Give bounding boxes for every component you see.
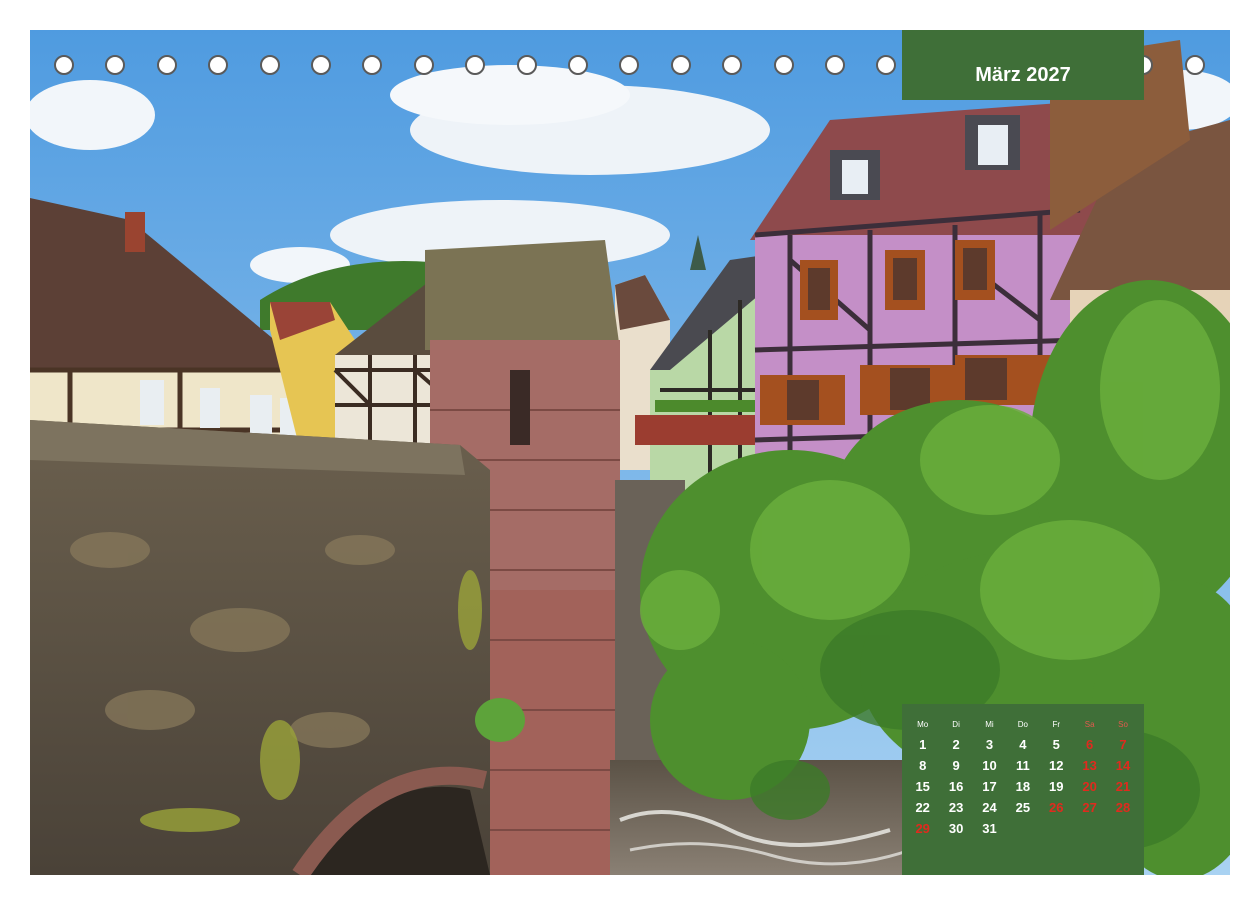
day-cell: 26 [1049,800,1064,815]
weekday-label: Di [952,719,960,729]
day-cell: 16 [948,779,964,794]
weekday-label: Mo [917,719,929,729]
weekday-label: So [1118,719,1128,729]
week-row: 22 23 24 25 26 27 28 [906,797,1140,818]
day-cell: 12 [1049,758,1064,773]
day-cell: 3 [985,737,994,752]
week-row: 15 16 17 18 19 20 21 [906,776,1140,797]
day-cell: 2 [952,737,960,752]
day-cell: 17 [982,779,997,794]
weekday-label: Sa [1084,719,1095,729]
week-row: 29 30 31 [906,818,1140,839]
day-cell: 25 [1015,800,1031,815]
week-row: 1 2 3 4 5 6 7 [906,734,1140,755]
weekday-label: Do [1017,719,1028,729]
day-cell: 9 [952,758,960,773]
day-cell: 27 [1082,800,1097,815]
day-cell: 10 [982,758,997,773]
day-cell: 11 [1015,758,1030,773]
day-cell: 8 [919,758,927,773]
day-cell: 24 [982,800,997,815]
month-title: März 2027 [975,64,1071,86]
day-cell: 31 [982,821,997,836]
day-cell: 1 [919,737,927,752]
day-cell: 6 [1086,737,1094,752]
weekday-header-row: Mo Di Mi Do Fr Sa So [906,714,1140,734]
day-cell: 19 [1049,779,1064,794]
day-cell: 20 [1082,779,1097,794]
calendar-grid-panel: Mo Di Mi Do Fr Sa So 1 2 3 4 5 6 7 8 9 1… [902,704,1144,875]
day-cell: 4 [1019,737,1027,752]
day-cell: 30 [948,821,964,836]
weekday-label: Fr [1052,719,1061,729]
day-cell: 7 [1119,737,1127,752]
day-cell: 28 [1115,800,1131,815]
calendar-grid: Mo Di Mi Do Fr Sa So 1 2 3 4 5 6 7 8 9 1… [906,714,1140,839]
day-cell: 21 [1115,779,1131,794]
day-cell: 15 [915,779,930,794]
day-cell: 23 [948,800,964,815]
week-row: 8 9 10 11 12 13 14 [906,755,1140,776]
month-header: März 2027 [902,30,1144,100]
weekday-label: Mi [985,719,994,729]
day-cell: 13 [1082,758,1097,773]
day-cell: 5 [1052,737,1060,752]
day-cell: 18 [1015,779,1031,794]
day-cell: 14 [1115,758,1131,773]
day-cell: 22 [915,800,930,815]
day-cell: 29 [915,821,930,836]
